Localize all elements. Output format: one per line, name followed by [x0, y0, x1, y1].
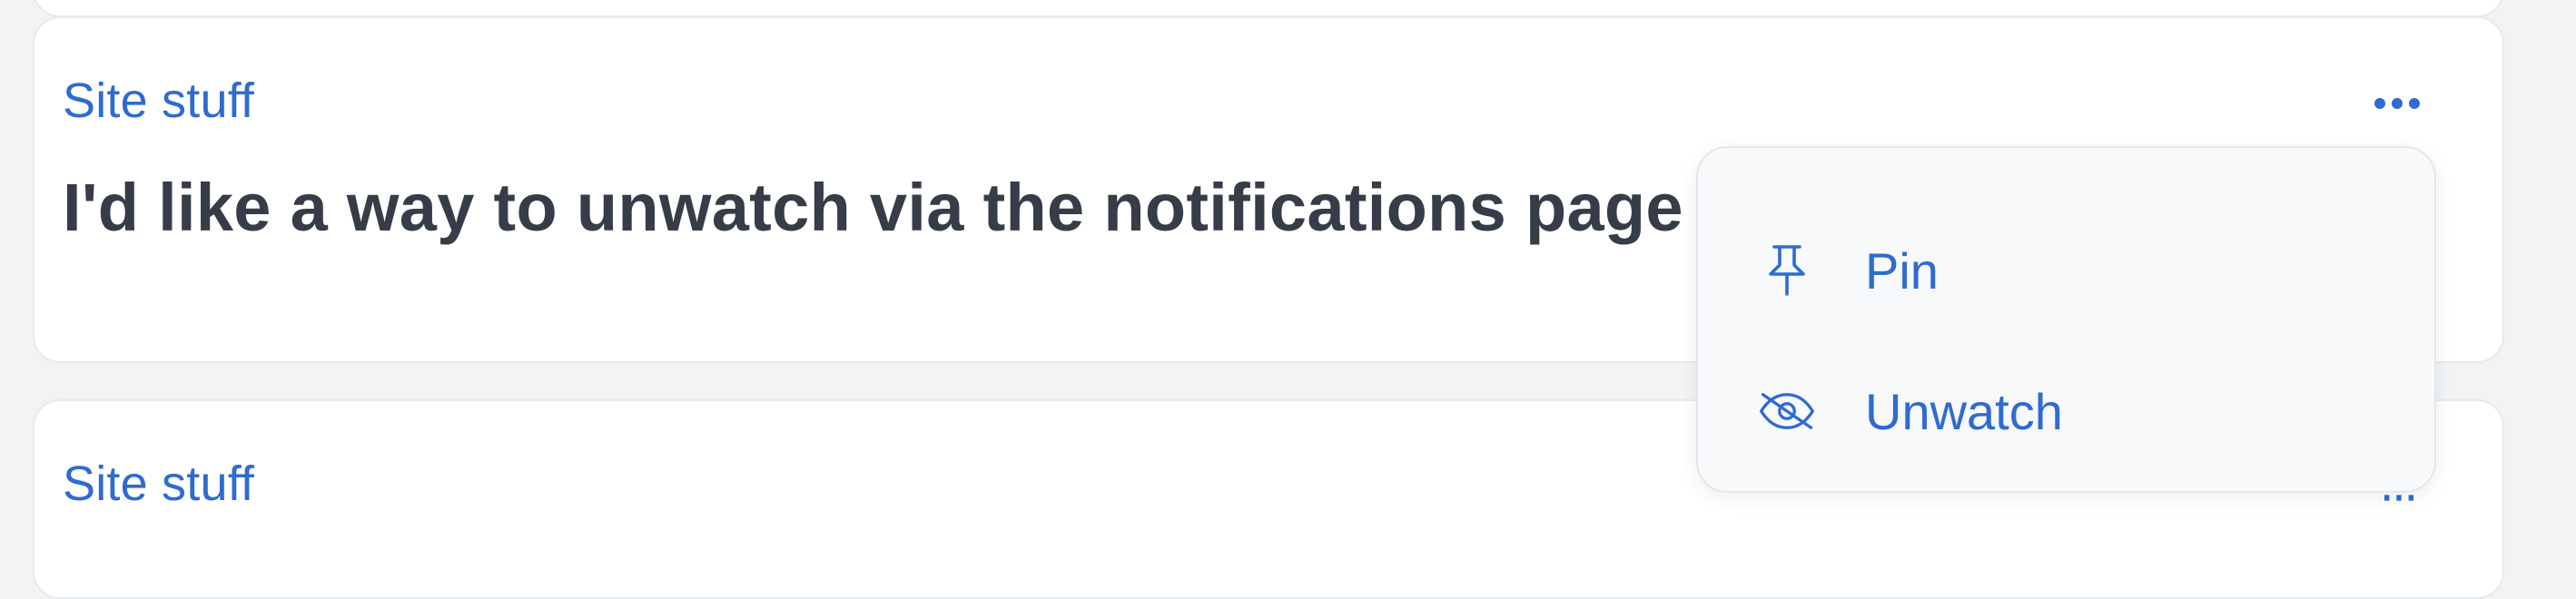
- menu-item-unwatch-label: Unwatch: [1865, 382, 2063, 440]
- more-dot: [2392, 98, 2403, 109]
- menu-item-pin-label: Pin: [1865, 241, 1939, 300]
- previous-topic-card: [33, 0, 2504, 17]
- more-options-button[interactable]: [2347, 74, 2447, 133]
- topic-category[interactable]: Site stuff: [63, 73, 254, 129]
- menu-item-unwatch[interactable]: Unwatch: [1698, 348, 2434, 475]
- topic-options-menu: Pin Unwatch: [1696, 146, 2436, 493]
- more-dot: [2409, 98, 2420, 109]
- topic-category-next[interactable]: Site stuff: [63, 456, 254, 512]
- topic-title[interactable]: I'd like a way to unwatch via the notifi…: [63, 169, 1683, 246]
- pin-icon: [1758, 241, 1816, 300]
- more-dot: [2374, 98, 2385, 109]
- eye-slash-icon: [1758, 382, 1816, 440]
- menu-item-pin[interactable]: Pin: [1698, 207, 2434, 334]
